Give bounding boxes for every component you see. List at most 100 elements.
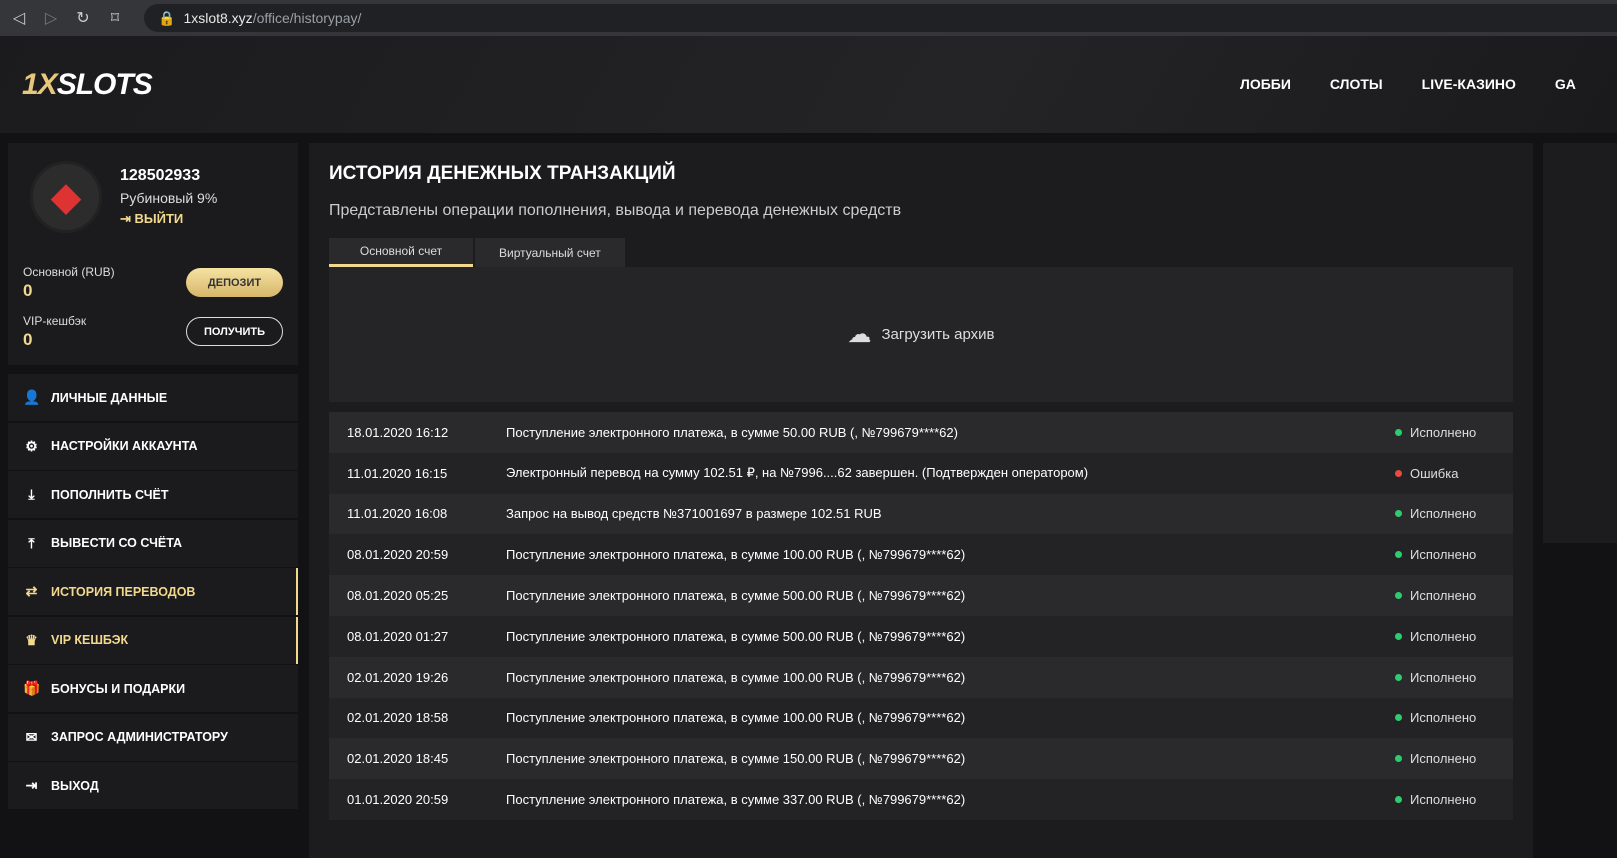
- profile-card: ◆ 128502933 Рубиновый 9% ⇥ ВЫЙТИ Основно…: [8, 143, 298, 365]
- vip-cashback-label: VIP-кешбэк: [23, 314, 87, 328]
- status-text: Исполнено: [1410, 792, 1477, 808]
- menu-item[interactable]: ✉ ЗАПРОС АДМИНИСТРАТОРУ: [8, 713, 298, 761]
- status-badge: Исполнено: [1395, 792, 1513, 807]
- status-dot-icon: [1395, 592, 1402, 600]
- transaction-row: 11.01.2020 16:15 Электронный перевод на с…: [329, 452, 1513, 494]
- upload-archive-button[interactable]: ☁ Загрузить архив: [329, 267, 1513, 402]
- transaction-date: 02.01.2020 18:58: [347, 710, 449, 726]
- menu-icon: 👤: [23, 389, 41, 405]
- menu-icon: ⚙: [25, 437, 38, 454]
- menu-item-label: ИСТОРИЯ ПЕРЕВОДОВ: [51, 584, 196, 599]
- status-badge: Исполнено: [1395, 629, 1513, 644]
- menu-item[interactable]: ♛ VIP КЕШБЭК: [8, 616, 298, 664]
- status-dot-icon: [1395, 796, 1402, 804]
- transaction-row: 08.01.2020 01:27 Поступление электронного…: [329, 615, 1513, 657]
- status-text: Исполнено: [1410, 588, 1477, 604]
- menu-item[interactable]: ⤓ ПОПОЛНИТЬ СЧЁТ: [8, 471, 298, 518]
- status-badge: Исполнено: [1395, 588, 1513, 603]
- menu-icon: ⇥: [25, 777, 38, 793]
- menu-item[interactable]: ⤒ ВЫВЕСТИ СО СЧЁТА: [8, 519, 298, 567]
- tab-virtual-account[interactable]: Виртуальный счет: [475, 238, 625, 267]
- menu-item-label: ЗАПРОС АДМИНИСТРАТОРУ: [51, 730, 228, 744]
- bookmark-icon[interactable]: ⌑: [106, 8, 124, 28]
- menu-item-label: НАСТРОЙКИ АККАУНТА: [51, 439, 198, 453]
- transaction-description: Поступление электронного платежа, в сумм…: [506, 751, 966, 767]
- status-badge: Ошибка: [1395, 466, 1513, 481]
- main-nav: ЛОББИ СЛОТЫ LIVE-КАЗИНО GA: [1240, 76, 1576, 92]
- menu-icon: ⤒: [28, 534, 35, 551]
- logout-link[interactable]: ⇥ ВЫЙТИ: [120, 211, 183, 227]
- transaction-description: Поступление электронного платежа, в сумм…: [506, 547, 966, 563]
- menu-item[interactable]: 🎁 БОНУСЫ И ПОДАРКИ: [8, 665, 298, 712]
- nav-lobby[interactable]: ЛОББИ: [1240, 76, 1291, 92]
- menu-item[interactable]: ⚙ НАСТРОЙКИ АККАУНТА: [8, 422, 298, 470]
- status-badge: Исполнено: [1395, 547, 1513, 562]
- main-balance-value: 0: [23, 281, 33, 300]
- logout-icon: ⇥: [120, 211, 135, 226]
- logo[interactable]: 1XSLOTS: [22, 68, 153, 102]
- status-badge: Исполнено: [1395, 506, 1513, 521]
- status-badge: Исполнено: [1395, 710, 1513, 725]
- nav-games[interactable]: GA: [1555, 76, 1576, 92]
- status-text: Исполнено: [1410, 547, 1477, 563]
- menu-icon: ♛: [25, 631, 38, 648]
- transaction-date: 08.01.2020 20:59: [347, 547, 449, 563]
- status-dot-icon: [1395, 714, 1402, 722]
- menu-icon: 🎁: [23, 680, 41, 696]
- transaction-description: Поступление электронного платежа, в сумм…: [506, 710, 966, 726]
- status-badge: Исполнено: [1395, 751, 1513, 766]
- transactions-list: 18.01.2020 16:12 Поступление электронного…: [329, 412, 1513, 820]
- user-id: 128502933: [120, 167, 201, 184]
- transaction-row: 11.01.2020 16:08 Запрос на вывод средств …: [329, 493, 1513, 535]
- deposit-button[interactable]: ДЕПОЗИТ: [186, 268, 283, 297]
- nav-slots[interactable]: СЛОТЫ: [1330, 76, 1383, 92]
- upload-label: Загрузить архив: [881, 326, 995, 343]
- status-dot-icon: [1395, 469, 1402, 477]
- menu-item[interactable]: ⇄ ИСТОРИЯ ПЕРЕВОДОВ: [8, 568, 298, 615]
- menu-item[interactable]: 👤 ЛИЧНЫЕ ДАННЫЕ: [8, 374, 298, 421]
- menu-icon: ⤓: [28, 486, 35, 502]
- transaction-row: 02.01.2020 19:26 Поступление электронного…: [329, 656, 1513, 698]
- account-menu: 👤 ЛИЧНЫЕ ДАННЫЕ ⚙ НАСТРОЙКИ АККАУНТА ⤓ ПОПОЛН…: [8, 374, 298, 809]
- receive-button[interactable]: ПОЛУЧИТЬ: [186, 317, 283, 346]
- sidebar: ◆ 128502933 Рубиновый 9% ⇥ ВЫЙТИ Основно…: [8, 143, 298, 811]
- transaction-date: 02.01.2020 19:26: [347, 669, 449, 685]
- cloud-download-icon: ☁: [847, 321, 872, 348]
- lock-icon: 🔒: [158, 9, 176, 26]
- status-dot-icon: [1395, 673, 1402, 681]
- main-balance-label: Основной (RUB): [23, 265, 115, 279]
- forward-icon[interactable]: ▷: [42, 8, 60, 28]
- url-domain: 1xslot8.xyz: [183, 10, 253, 26]
- status-dot-icon: [1395, 428, 1402, 436]
- nav-live-casino[interactable]: LIVE-КАЗИНО: [1422, 76, 1516, 92]
- transaction-row: 18.01.2020 16:12 Поступление электронного…: [329, 412, 1513, 453]
- status-dot-icon: [1395, 755, 1402, 763]
- transaction-row: 08.01.2020 05:25 Поступление электронного…: [329, 575, 1513, 616]
- reload-icon[interactable]: ↻: [74, 8, 92, 28]
- transaction-date: 08.01.2020 01:27: [347, 628, 449, 644]
- transaction-date: 18.01.2020 16:12: [347, 424, 449, 440]
- main-panel: ИСТОРИЯ ДЕНЕЖНЫХ ТРАНЗАКЦИЙ Представлены…: [309, 143, 1533, 858]
- transaction-date: 01.01.2020 20:59: [347, 792, 449, 808]
- transaction-description: Поступление электронного платежа, в сумм…: [506, 628, 966, 644]
- status-text: Ошибка: [1410, 465, 1459, 481]
- transaction-row: 02.01.2020 18:45 Поступление электронного…: [329, 738, 1513, 780]
- menu-item[interactable]: ⇥ ВЫХОД: [8, 762, 298, 809]
- transaction-row: 08.01.2020 20:59 Поступление электронного…: [329, 534, 1513, 576]
- status-dot-icon: [1395, 510, 1402, 518]
- address-bar[interactable]: 🔒 1xslot8.xyz/office/historypay/: [144, 4, 1617, 32]
- status-badge: Исполнено: [1395, 670, 1513, 685]
- rank: Рубиновый 9%: [120, 190, 218, 206]
- menu-item-label: БОНУСЫ И ПОДАРКИ: [51, 681, 186, 696]
- ruby-icon: ◆: [30, 161, 102, 233]
- page-subtitle: Представлены операции пополнения, вывода…: [329, 202, 902, 219]
- back-icon[interactable]: ◁: [10, 8, 28, 28]
- browser-toolbar: ◁ ▷ ↻ ⌑ 🔒 1xslot8.xyz/office/historypay/: [0, 0, 1617, 36]
- status-text: Исполнено: [1410, 751, 1477, 767]
- menu-icon: ⇄: [25, 583, 38, 599]
- status-text: Исполнено: [1410, 424, 1477, 440]
- menu-item-label: VIP КЕШБЭК: [51, 633, 129, 647]
- tab-main-account[interactable]: Основной счет: [329, 238, 473, 267]
- menu-icon: ✉: [25, 728, 38, 745]
- page-title: ИСТОРИЯ ДЕНЕЖНЫХ ТРАНЗАКЦИЙ: [329, 163, 676, 184]
